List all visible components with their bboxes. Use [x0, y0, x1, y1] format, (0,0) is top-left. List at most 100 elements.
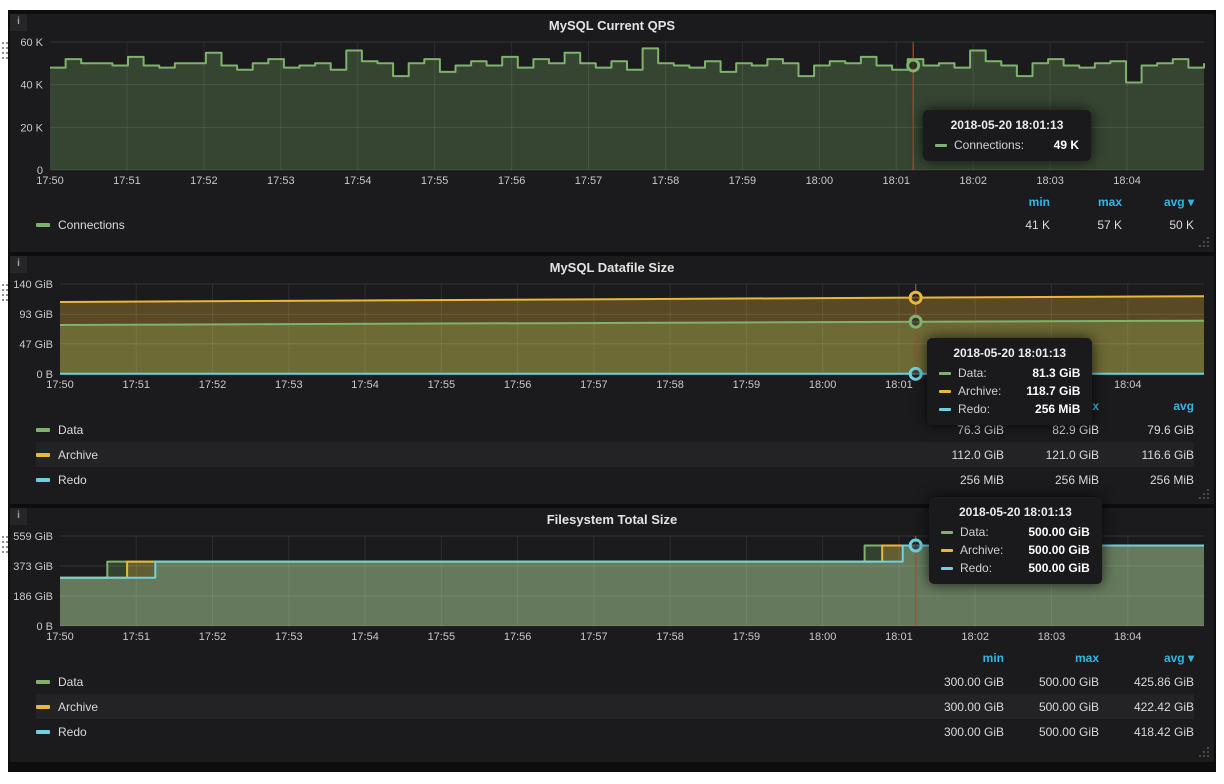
- tooltip-series-value: 500.00 GiB: [1010, 543, 1089, 557]
- legend-stat-values: 41 K57 K50 K: [978, 218, 1194, 232]
- legend-stat-value: 112.0 GiB: [909, 448, 1004, 462]
- tooltip-series-color-icon: [941, 549, 953, 552]
- panel-drag-handle-icon[interactable]: [1, 534, 9, 560]
- legend-series-name[interactable]: Archive: [58, 448, 98, 462]
- legend-row: Archive300.00 GiB500.00 GiB422.42 GiB: [36, 694, 1194, 719]
- x-axis-tick-label: 17:56: [504, 631, 532, 643]
- panel-drag-handle-icon[interactable]: [1, 282, 9, 308]
- x-axis-tick-label: 18:02: [961, 631, 989, 643]
- x-axis-tick-label: 17:59: [733, 379, 761, 391]
- legend-series-color-icon[interactable]: [36, 223, 50, 227]
- y-axis-tick-label: 40 K: [20, 80, 43, 92]
- panel-title[interactable]: MySQL Datafile Size: [10, 256, 1214, 278]
- legend-series-color-icon[interactable]: [36, 478, 50, 482]
- legend-stat-values: 112.0 GiB121.0 GiB116.6 GiB: [909, 448, 1194, 462]
- legend-stat-value: 300.00 GiB: [909, 675, 1004, 689]
- legend-stat-values: 300.00 GiB500.00 GiB425.86 GiB: [909, 675, 1194, 689]
- tooltip-series-color-icon: [935, 144, 947, 147]
- x-axis-tick-label: 18:01: [885, 379, 913, 391]
- y-axis-tick-label: 47 GiB: [19, 339, 53, 351]
- legend-series-toggle[interactable]: Connections: [36, 218, 978, 232]
- panel-info-icon[interactable]: i: [10, 508, 27, 525]
- legend-sort-header[interactable]: max: [1004, 651, 1099, 665]
- tooltip-series-label: Data:: [958, 366, 987, 380]
- y-axis-tick-label: 559 GiB: [13, 531, 53, 543]
- x-axis-tick-label: 17:51: [113, 175, 141, 187]
- legend-stat-value: 57 K: [1050, 218, 1122, 232]
- legend-stat-value: 50 K: [1122, 218, 1194, 232]
- legend: minmaxavg ▾ Data 300.00 GiB500.00 GiB425.8…: [10, 644, 1214, 762]
- legend-series-color-icon[interactable]: [36, 428, 50, 432]
- legend-stat-value: 256 MiB: [1099, 473, 1194, 487]
- legend-series-name[interactable]: Data: [58, 675, 83, 689]
- graph-tooltip: 2018-05-20 18:01:13Data:500.00 GiBArchiv…: [929, 497, 1102, 584]
- hover-point-marker: [910, 540, 921, 551]
- x-axis-tick-label: 17:54: [351, 631, 379, 643]
- x-axis-tick-label: 18:01: [883, 175, 911, 187]
- tooltip-series-label: Data:: [960, 525, 989, 539]
- legend-sort-header[interactable]: max: [1050, 195, 1122, 209]
- legend-series-name[interactable]: Connections: [58, 218, 125, 232]
- tooltip-series-row: Data: 500.00 GiB: [941, 525, 1090, 539]
- legend-series-color-icon[interactable]: [36, 705, 50, 709]
- x-axis-tick-label: 17:57: [575, 175, 603, 187]
- tooltip-series-value: 500.00 GiB: [1010, 525, 1089, 539]
- legend-sort-header[interactable]: avg ▾: [1099, 651, 1194, 665]
- legend-series-name[interactable]: Data: [58, 423, 83, 437]
- legend-stat-value: 79.6 GiB: [1099, 423, 1194, 437]
- panel-resize-handle[interactable]: [1199, 489, 1211, 501]
- panel-resize-handle[interactable]: [1199, 747, 1211, 759]
- legend-series-name[interactable]: Redo: [58, 473, 87, 487]
- x-axis-tick-label: 18:04: [1114, 631, 1142, 643]
- legend-sort-header[interactable]: min: [909, 651, 1004, 665]
- legend-row: Archive 112.0 GiB121.0 GiB116.6 GiB: [36, 442, 1194, 467]
- legend-series-color-icon[interactable]: [36, 730, 50, 734]
- x-axis-tick-label: 17:51: [123, 379, 151, 391]
- legend-stat-value: 116.6 GiB: [1099, 448, 1194, 462]
- legend-row: Redo256 MiB256 MiB256 MiB: [36, 467, 1194, 492]
- y-axis-tick-label: 140 GiB: [13, 279, 53, 291]
- tooltip-series-value: 256 MiB: [1017, 402, 1080, 416]
- legend-row: Connections 41 K57 K50 K: [36, 213, 1194, 237]
- panel-resize-handle[interactable]: [1199, 237, 1211, 249]
- legend-stat-value: 418.42 GiB: [1099, 725, 1194, 739]
- x-axis-tick-label: 17:53: [267, 175, 295, 187]
- x-axis-tick-label: 17:59: [729, 175, 757, 187]
- tooltip-series-color-icon: [941, 567, 953, 570]
- x-axis-tick-label: 17:53: [275, 379, 303, 391]
- panel-title[interactable]: MySQL Current QPS: [10, 14, 1214, 36]
- page-background: i MySQL Current QPS 60 K40 K20 K017:5017…: [0, 0, 1224, 784]
- legend-stat-value: 422.42 GiB: [1099, 700, 1194, 714]
- legend-series-toggle[interactable]: Redo: [36, 473, 909, 487]
- y-axis-tick-label: 60 K: [20, 37, 43, 49]
- tooltip-series-color-icon: [941, 531, 953, 534]
- legend-series-toggle[interactable]: Data: [36, 675, 909, 689]
- x-axis-tick-label: 17:50: [46, 379, 74, 391]
- legend-series-toggle[interactable]: Archive: [36, 448, 909, 462]
- tooltip-series-label: Archive:: [958, 384, 1001, 398]
- legend-series-toggle[interactable]: Archive: [36, 700, 909, 714]
- legend-series-toggle[interactable]: Redo: [36, 725, 909, 739]
- panel-info-icon[interactable]: i: [10, 256, 27, 273]
- legend-series-name[interactable]: Redo: [58, 725, 87, 739]
- legend-stat-value: 256 MiB: [1004, 473, 1099, 487]
- legend-series-color-icon[interactable]: [36, 453, 50, 457]
- x-axis-tick-label: 17:50: [46, 631, 74, 643]
- hover-point-marker: [908, 60, 919, 71]
- x-axis-tick-label: 18:00: [809, 379, 837, 391]
- tooltip-series-row: Archive:500.00 GiB: [941, 543, 1090, 557]
- legend-sort-header[interactable]: avg ▾: [1122, 195, 1194, 209]
- tooltip-timestamp: 2018-05-20 18:01:13: [941, 505, 1090, 519]
- legend-stat-value: 41 K: [978, 218, 1050, 232]
- legend-series-color-icon[interactable]: [36, 680, 50, 684]
- legend-stat-value: 256 MiB: [909, 473, 1004, 487]
- panel-drag-handle-icon[interactable]: [1, 40, 9, 66]
- legend-sort-header[interactable]: avg: [1099, 399, 1194, 413]
- x-axis-tick-label: 17:57: [580, 379, 608, 391]
- legend-series-toggle[interactable]: Data: [36, 423, 909, 437]
- tooltip-series-row: Redo:500.00 GiB: [941, 561, 1090, 575]
- legend-stat-value: 425.86 GiB: [1099, 675, 1194, 689]
- panel-info-icon[interactable]: i: [10, 14, 27, 31]
- legend-sort-header[interactable]: min: [978, 195, 1050, 209]
- legend-series-name[interactable]: Archive: [58, 700, 98, 714]
